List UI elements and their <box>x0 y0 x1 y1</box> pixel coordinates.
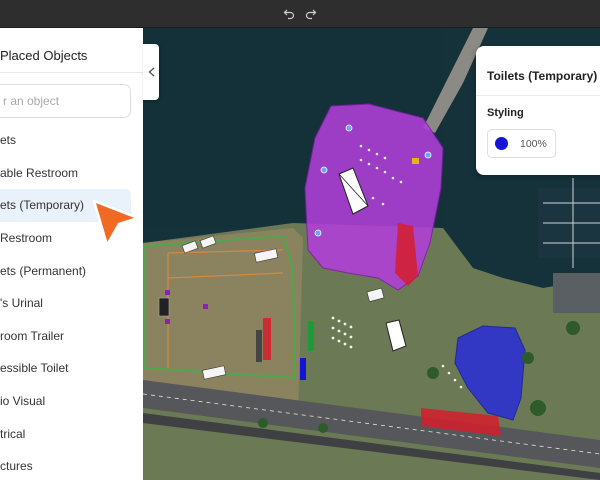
chevron-left-icon <box>147 67 154 77</box>
list-item-label: 's Urinal <box>0 296 43 311</box>
collapse-panel-button[interactable] <box>143 44 159 100</box>
list-item[interactable]: ets (Permanent) <box>0 254 143 287</box>
list-item[interactable]: trical <box>0 417 143 450</box>
opacity-value: 100% <box>520 137 547 150</box>
redo-icon <box>305 9 317 20</box>
list-item-label: ctures <box>0 459 33 474</box>
list-item-label: ets (Permanent) <box>0 263 87 278</box>
pin-icon[interactable] <box>314 229 322 237</box>
styling-heading: Styling <box>487 107 524 119</box>
list-item[interactable]: 's Urinal <box>0 287 143 320</box>
list-item[interactable]: ctures <box>0 450 143 480</box>
list-item-label: trical <box>0 426 26 441</box>
object-search-input[interactable] <box>0 84 131 118</box>
list-item-label: io Visual <box>0 394 46 409</box>
trailer <box>158 297 170 317</box>
top-toolbar <box>0 0 600 28</box>
color-swatch-icon[interactable] <box>495 137 508 150</box>
pin-icon[interactable] <box>345 124 353 132</box>
toilet-row <box>256 330 262 362</box>
list-item-label: able Restroom <box>0 165 79 180</box>
temporary-toilets-zone[interactable] <box>304 103 444 291</box>
color-opacity-picker[interactable]: 100% <box>487 129 556 158</box>
card-title: Toilets (Temporary) <box>487 69 598 83</box>
building <box>553 273 600 313</box>
list-item[interactable]: ets <box>0 124 143 157</box>
toilet-row <box>263 318 271 360</box>
divider <box>0 72 143 73</box>
list-item[interactable]: able Restroom <box>0 157 143 190</box>
pin-icon[interactable] <box>320 166 328 174</box>
divider <box>476 95 600 96</box>
undo-icon <box>283 9 295 20</box>
panel-title: Placed Objects <box>0 48 88 63</box>
list-item-label: Restroom <box>0 231 53 246</box>
toilet-row <box>308 321 314 351</box>
marker <box>165 319 170 324</box>
list-item[interactable]: essible Toilet <box>0 352 143 385</box>
redo-button[interactable] <box>302 5 320 23</box>
object-list: ets able Restroom ets (Temporary) Restro… <box>0 124 143 480</box>
pin-icon[interactable] <box>424 151 432 159</box>
list-item[interactable]: room Trailer <box>0 320 143 353</box>
list-item-label: ets (Temporary) <box>0 198 85 213</box>
undo-button[interactable] <box>280 5 298 23</box>
marker <box>203 304 208 309</box>
marker <box>412 158 419 164</box>
list-item-label: ets <box>0 133 17 148</box>
placed-objects-panel: Placed Objects ets able Restroom ets (Te… <box>0 28 143 480</box>
marker <box>165 290 170 295</box>
properties-card: Toilets (Temporary) Styling 100% <box>476 46 600 175</box>
list-item-label: essible Toilet <box>0 361 69 376</box>
list-item[interactable]: io Visual <box>0 385 143 418</box>
list-item-label: room Trailer <box>0 328 65 343</box>
toilet-row <box>300 358 306 380</box>
cursor-arrow-icon <box>92 199 140 247</box>
